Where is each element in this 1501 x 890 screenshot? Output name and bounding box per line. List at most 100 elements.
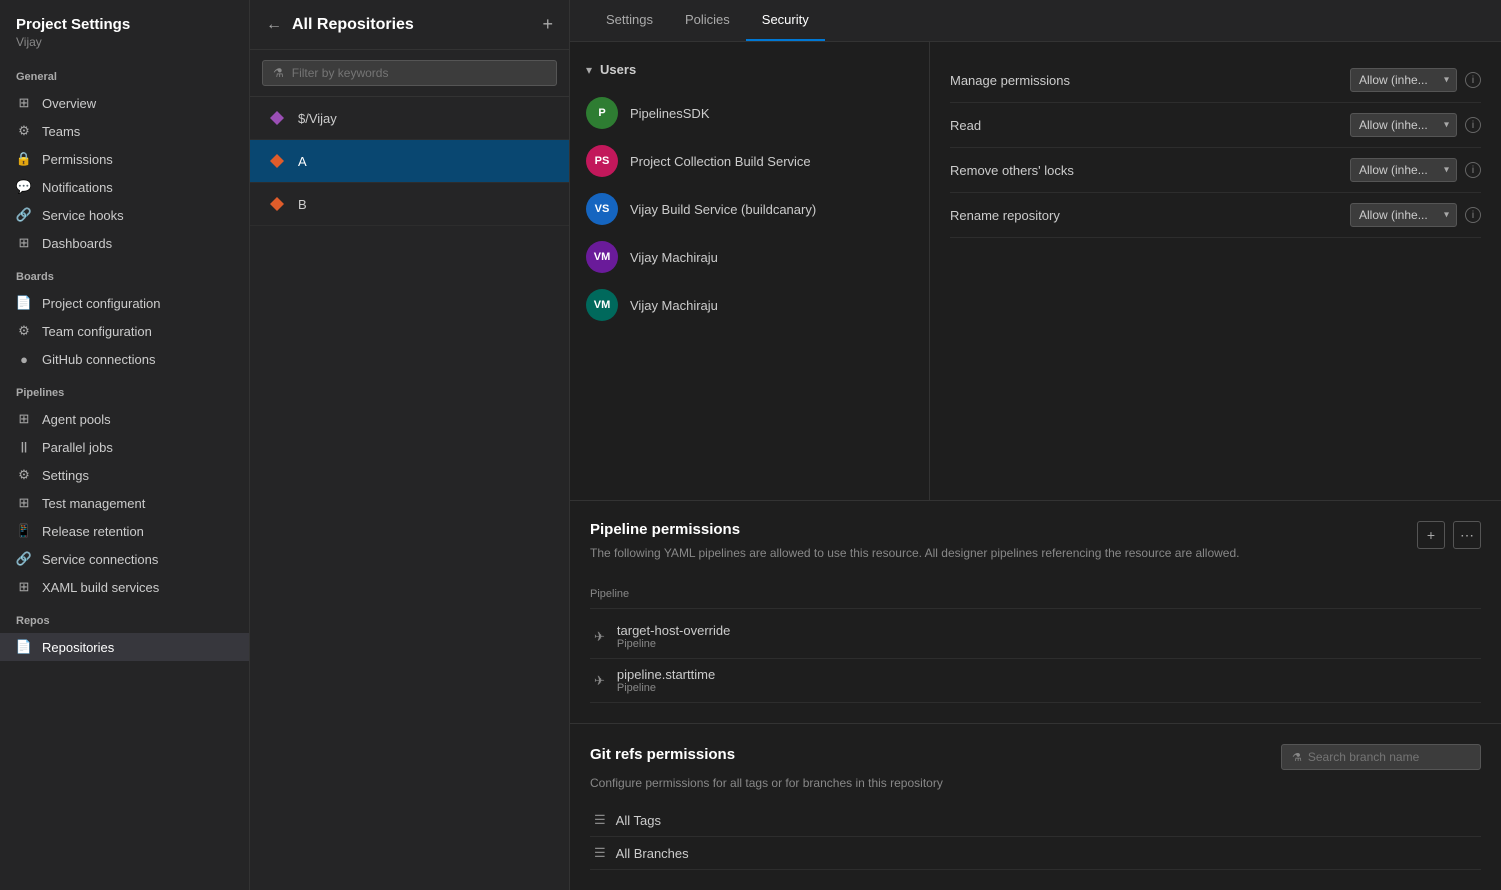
sidebar-item-permissions[interactable]: 🔒 Permissions: [0, 145, 249, 173]
repo-item-vijay[interactable]: $/Vijay: [250, 97, 569, 140]
git-refs-section: Git refs permissions ⚗ Configure permiss…: [570, 723, 1501, 890]
permission-controls-2: Allow (inhe... i: [1350, 158, 1481, 182]
sidebar-item-team-config[interactable]: ⚙ Team configuration: [0, 317, 249, 345]
sidebar-item-github[interactable]: ● GitHub connections: [0, 345, 249, 373]
permission-select-1[interactable]: Allow (inhe...: [1350, 113, 1457, 137]
repo-item-a[interactable]: A: [250, 140, 569, 183]
permission-select-2[interactable]: Allow (inhe...: [1350, 158, 1457, 182]
permission-select-wrapper-0: Allow (inhe...: [1350, 68, 1457, 92]
user-name-1: Project Collection Build Service: [630, 154, 811, 169]
sidebar-item-label: Release retention: [42, 524, 144, 539]
git-refs-desc: Configure permissions for all tags or fo…: [590, 776, 1481, 790]
lock-icon: 🔒: [16, 151, 32, 167]
middle-panel: ← All Repositories + ⚗ $/Vijay A B: [250, 0, 570, 890]
pipeline-item-0: ✈ target-host-override Pipeline: [590, 615, 1481, 659]
sidebar-item-teams[interactable]: ⚙ Teams: [0, 117, 249, 145]
sidebar-item-project-config[interactable]: 📄 Project configuration: [0, 289, 249, 317]
permission-info-2[interactable]: i: [1465, 162, 1481, 178]
user-name-4: Vijay Machiraju: [630, 298, 718, 313]
sidebar-item-label: Parallel jobs: [42, 440, 113, 455]
permission-row-0: Manage permissions Allow (inhe... i: [950, 58, 1481, 103]
permission-select-0[interactable]: Allow (inhe...: [1350, 68, 1457, 92]
tab-policies[interactable]: Policies: [669, 0, 746, 41]
git-refs-header: Git refs permissions ⚗: [590, 744, 1481, 770]
sidebar-item-label: Dashboards: [42, 236, 112, 251]
sidebar-item-overview[interactable]: ⊞ Overview: [0, 89, 249, 117]
notifications-icon: 💬: [16, 179, 32, 195]
xaml-icon: ⊞: [16, 579, 32, 595]
chevron-down-icon[interactable]: ▾: [586, 63, 592, 77]
sidebar-item-label: XAML build services: [42, 580, 159, 595]
pipeline-name-1: pipeline.starttime: [617, 667, 715, 682]
search-branch-input[interactable]: [1308, 750, 1463, 764]
permission-row-2: Remove others' locks Allow (inhe... i: [950, 148, 1481, 193]
release-icon: 📱: [16, 523, 32, 539]
users-panel: ▾ Users P PipelinesSDK PS Project Collec…: [570, 42, 930, 500]
filter-input[interactable]: [292, 66, 546, 80]
sidebar-item-label: Settings: [42, 468, 89, 483]
sidebar-item-xaml[interactable]: ⊞ XAML build services: [0, 573, 249, 601]
sidebar-item-label: Team configuration: [42, 324, 152, 339]
sidebar-item-repositories[interactable]: 📄 Repositories: [0, 633, 249, 661]
ref-item-0[interactable]: ☰ All Tags: [590, 804, 1481, 837]
tab-security[interactable]: Security: [746, 0, 825, 41]
tab-settings[interactable]: Settings: [590, 0, 669, 41]
pipeline-section-actions: + ⋯: [1417, 521, 1481, 549]
permission-info-1[interactable]: i: [1465, 117, 1481, 133]
pipeline-section-title-block: Pipeline permissions The following YAML …: [590, 521, 1239, 576]
user-item-4[interactable]: VM Vijay Machiraju: [570, 281, 929, 329]
permission-info-0[interactable]: i: [1465, 72, 1481, 88]
sidebar-item-label: Test management: [42, 496, 145, 511]
git-refs-title: Git refs permissions: [590, 746, 735, 763]
ref-name-1: All Branches: [616, 846, 689, 861]
sidebar-item-label: GitHub connections: [42, 352, 155, 367]
sidebar-item-label: Project configuration: [42, 296, 161, 311]
filter-input-wrapper: ⚗: [262, 60, 557, 86]
sidebar-item-notifications[interactable]: 💬 Notifications: [0, 173, 249, 201]
hooks-icon: 🔗: [16, 207, 32, 223]
add-repo-button[interactable]: +: [542, 14, 553, 35]
add-pipeline-button[interactable]: +: [1417, 521, 1445, 549]
sidebar-item-label: Permissions: [42, 152, 113, 167]
ref-item-1[interactable]: ☰ All Branches: [590, 837, 1481, 870]
repo-item-b[interactable]: B: [250, 183, 569, 226]
team-config-icon: ⚙: [16, 323, 32, 339]
sidebar: Project Settings Vijay General ⊞ Overvie…: [0, 0, 250, 890]
user-item-0[interactable]: P PipelinesSDK: [570, 89, 929, 137]
test-icon: ⊞: [16, 495, 32, 511]
user-item-3[interactable]: VM Vijay Machiraju: [570, 233, 929, 281]
more-options-button[interactable]: ⋯: [1453, 521, 1481, 549]
sidebar-item-label: Notifications: [42, 180, 113, 195]
sidebar-item-label: Agent pools: [42, 412, 111, 427]
agent-pools-icon: ⊞: [16, 411, 32, 427]
sidebar-item-service-connections[interactable]: 🔗 Service connections: [0, 545, 249, 573]
sidebar-item-settings[interactable]: ⚙ Settings: [0, 461, 249, 489]
repo-name-a: A: [298, 154, 307, 169]
git-refs-title-block: Git refs permissions: [590, 746, 735, 769]
repo-icon-vijay: [266, 107, 288, 129]
back-button[interactable]: ←: [266, 16, 282, 34]
pipeline-permissions-title: Pipeline permissions: [590, 521, 1239, 538]
sidebar-item-release-retention[interactable]: 📱 Release retention: [0, 517, 249, 545]
content-body: ▾ Users P PipelinesSDK PS Project Collec…: [570, 42, 1501, 500]
permission-select-3[interactable]: Allow (inhe...: [1350, 203, 1457, 227]
pipeline-info-0: target-host-override Pipeline: [617, 623, 730, 650]
ref-icon-1: ☰: [594, 845, 606, 861]
sidebar-item-test-management[interactable]: ⊞ Test management: [0, 489, 249, 517]
middle-header: ← All Repositories +: [250, 0, 569, 50]
user-item-2[interactable]: VS Vijay Build Service (buildcanary): [570, 185, 929, 233]
pipeline-type-1: Pipeline: [617, 682, 715, 694]
sidebar-item-service-hooks[interactable]: 🔗 Service hooks: [0, 201, 249, 229]
pipeline-column-label: Pipeline: [590, 584, 1481, 609]
permission-info-3[interactable]: i: [1465, 207, 1481, 223]
sidebar-item-dashboards[interactable]: ⊞ Dashboards: [0, 229, 249, 257]
sidebar-item-label: Teams: [42, 124, 80, 139]
permission-row-1: Read Allow (inhe... i: [950, 103, 1481, 148]
sidebar-item-parallel-jobs[interactable]: || Parallel jobs: [0, 433, 249, 461]
pipeline-icon-1: ✈: [594, 673, 605, 689]
user-item-1[interactable]: PS Project Collection Build Service: [570, 137, 929, 185]
permission-select-wrapper-2: Allow (inhe...: [1350, 158, 1457, 182]
sidebar-item-agent-pools[interactable]: ⊞ Agent pools: [0, 405, 249, 433]
sidebar-item-label: Service hooks: [42, 208, 124, 223]
service-conn-icon: 🔗: [16, 551, 32, 567]
